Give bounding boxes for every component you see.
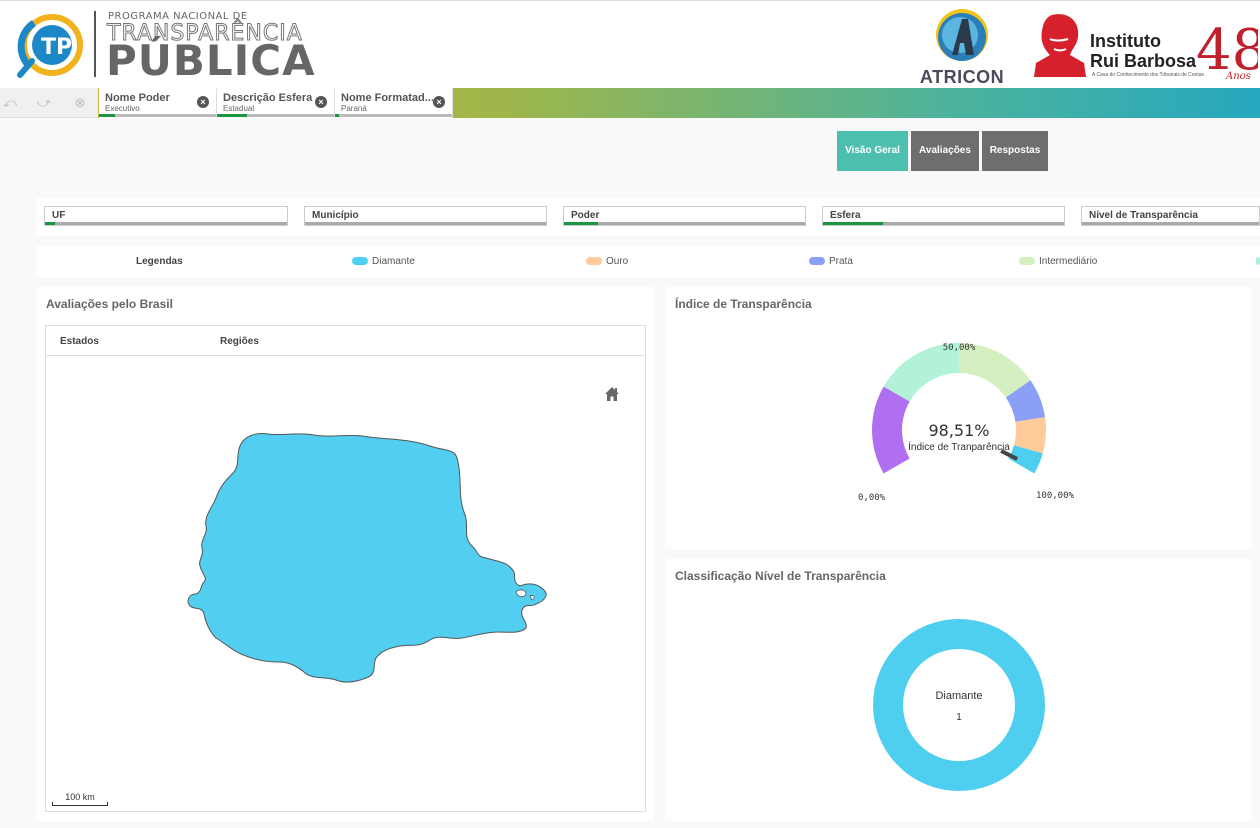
legend-item-intermediario: Intermediário (1019, 256, 1097, 267)
header-divider (94, 11, 96, 77)
filter-esfera[interactable]: Esfera (822, 206, 1065, 226)
legend-swatch (1019, 257, 1035, 266)
filter-progress (823, 222, 1064, 225)
legend-swatch (1256, 257, 1260, 266)
map-scale-bar: 100 km (52, 792, 108, 806)
donut-center-count: 1 (956, 712, 962, 723)
tab-estados[interactable]: Estados (60, 336, 99, 347)
legend-swatch (809, 257, 825, 266)
filter-progress (305, 222, 546, 225)
selection-chip-esfera[interactable]: Descrição Esfera Estadual × (217, 88, 335, 118)
chip-title: Nome Formatad... (341, 92, 433, 104)
chip-title: Descrição Esfera (223, 92, 313, 104)
index-panel-title: Índice de Transparência (675, 297, 812, 311)
chip-title: Nome Poder (105, 92, 170, 104)
irb-logo-icon (1034, 14, 1086, 77)
brand-publica: PÚBLICA (106, 36, 316, 85)
chip-progress (217, 114, 334, 117)
filter-label: Esfera (830, 210, 861, 221)
chip-close-icon[interactable]: × (433, 96, 445, 108)
irb-title-line2: Rui Barbosa (1090, 51, 1197, 71)
chip-value: Executivo (105, 104, 140, 113)
legend-item-ouro: Ouro (586, 256, 628, 267)
classification-panel-title: Classificação Nível de Transparência (675, 569, 886, 583)
legend-label: Diamante (372, 256, 415, 267)
anniversary-48-logo: 48 Anos (1196, 18, 1258, 81)
legend-swatch (352, 257, 368, 266)
gauge-band-0 (872, 386, 910, 474)
gauge-value-label: 98,51% (928, 421, 989, 440)
step-forward-icon[interactable]: ⤻ (36, 95, 52, 111)
irb-title-line1: Instituto (1090, 31, 1161, 51)
filter-poder[interactable]: Poder (563, 206, 806, 226)
filter-strip: UF Município Poder Esfera Nível de Trans… (36, 198, 1260, 236)
map-container[interactable]: Estados Regiões 100 km (45, 325, 646, 812)
filter-label: Município (312, 210, 359, 221)
scale-label: 100 km (65, 792, 95, 802)
legend-item-diamante: Diamante (352, 256, 415, 267)
classification-donut[interactable]: Diamante 1 (866, 612, 1052, 798)
filter-progress (45, 222, 287, 225)
gauge-min-label: 0,00% (858, 493, 886, 503)
legend-label: Prata (829, 256, 853, 267)
chip-close-icon[interactable]: × (197, 96, 209, 108)
gauge-subtitle: Índice de Tranparência (908, 440, 1010, 453)
filter-label: Poder (571, 210, 600, 221)
parana-state-map[interactable] (186, 426, 556, 696)
map-tab-bar: Estados Regiões (46, 326, 645, 356)
filter-progress (1082, 222, 1259, 225)
tab-respostas[interactable]: Respostas (982, 131, 1048, 171)
filter-uf[interactable]: UF (44, 206, 288, 226)
selections-bar: ⤺ ⤻ ⊗ Nome Poder Executivo × Descrição E… (0, 88, 1260, 118)
legend-title: Legendas (136, 256, 183, 267)
parana-region-shape (187, 433, 547, 683)
app-header: TP PROGRAMA NACIONAL DE TRANSPARÊNCIA PÚ… (0, 0, 1260, 88)
donut-slice-diamante[interactable] (873, 619, 1045, 791)
donut-center-label: Diamante (935, 690, 982, 702)
tab-visao-geral[interactable]: Visão Geral (837, 131, 908, 171)
chip-progress (99, 114, 216, 117)
tp-logo-icon: TP (17, 14, 83, 78)
clear-all-icon[interactable]: ⊗ (72, 95, 88, 111)
legend-label: Intermediário (1039, 256, 1098, 267)
svg-text:TP: TP (41, 35, 72, 60)
irb-tagline: A Casa do Conhecimento dos Tribunais de … (1092, 72, 1205, 78)
atricon-wordmark: ATRICON (919, 67, 1005, 87)
transparency-gauge[interactable]: 98,51% Índice de Tranparência 50,00% 0,0… (850, 330, 1090, 520)
chip-progress (335, 114, 452, 117)
legend-item-prata: Prata (809, 256, 853, 267)
legend-label: Ouro (606, 256, 629, 267)
filter-progress (564, 222, 805, 225)
tab-avaliacoes[interactable]: Avaliações (911, 131, 979, 171)
selection-tools: ⤺ ⤻ ⊗ (0, 88, 98, 118)
selection-chip-nome[interactable]: Nome Formatad... Paraná × (335, 88, 453, 118)
svg-text:Anos: Anos (1225, 71, 1251, 81)
filter-municipio[interactable]: Município (304, 206, 547, 226)
filter-nivel-transparencia[interactable]: Nível de Transparência (1081, 206, 1260, 226)
selection-chip-poder[interactable]: Nome Poder Executivo × (99, 88, 217, 118)
chip-close-icon[interactable]: × (315, 96, 327, 108)
gauge-max-label: 100,00% (1036, 491, 1075, 501)
legend-strip: Legendas Diamante Ouro Prata Intermediár… (36, 246, 1260, 277)
chip-value: Paraná (341, 104, 367, 113)
scale-line (52, 802, 108, 806)
step-back-icon[interactable]: ⤺ (2, 95, 18, 111)
gauge-mid-label: 50,00% (943, 343, 976, 353)
filter-label: UF (52, 210, 66, 221)
home-icon[interactable] (604, 386, 620, 402)
legend-swatch (586, 257, 602, 266)
map-panel-title: Avaliações pelo Brasil (46, 297, 173, 311)
tab-regioes[interactable]: Regiões (220, 336, 259, 347)
legend-item-overflow (1256, 256, 1260, 267)
filter-label: Nível de Transparência (1089, 210, 1198, 221)
chip-value: Estadual (223, 104, 255, 113)
